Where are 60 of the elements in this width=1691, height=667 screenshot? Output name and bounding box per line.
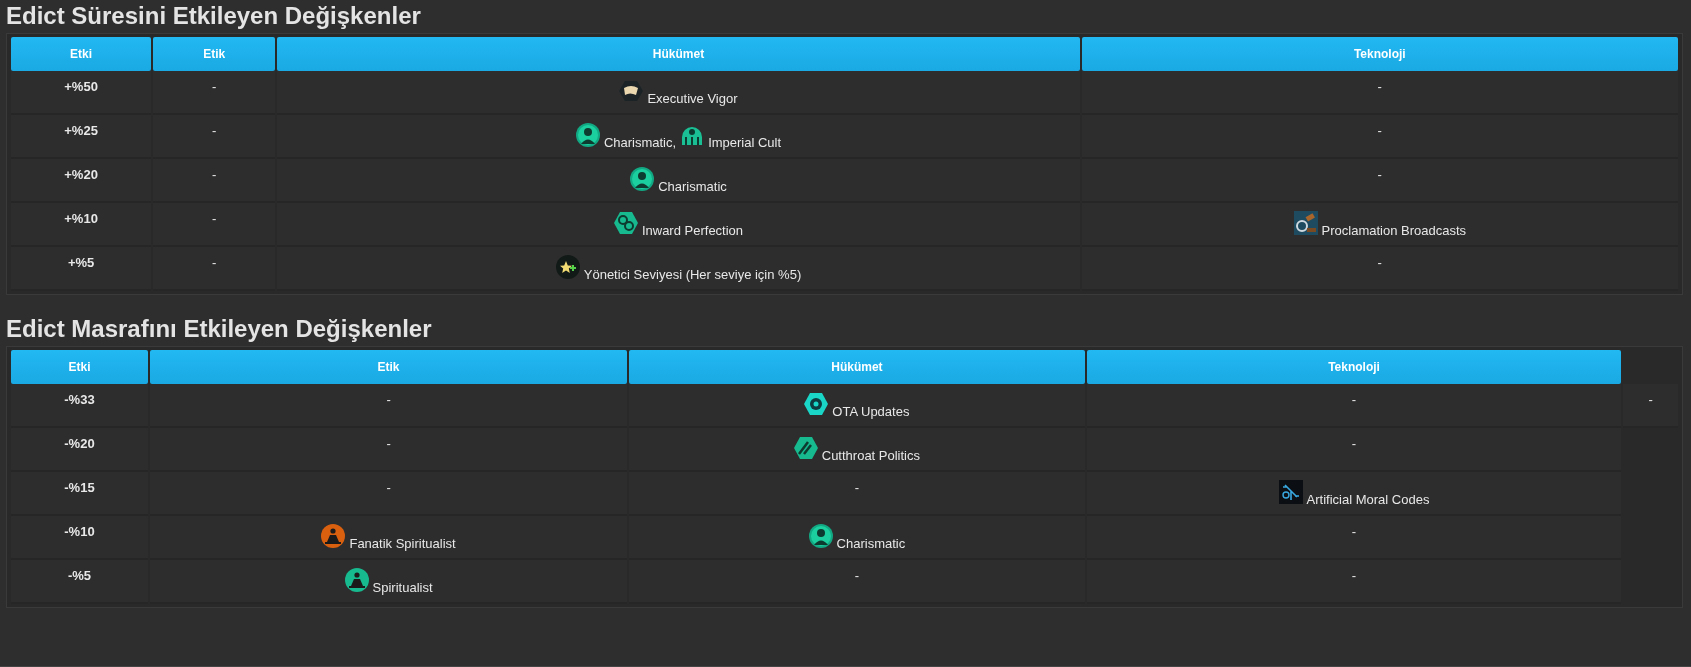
cell-text: - [1351, 568, 1357, 583]
cell-text: - [1377, 255, 1382, 270]
gavel-icon [1293, 211, 1318, 235]
cell-text: +%10 [64, 211, 98, 226]
section-title: Edict Masrafını Etkileyen Değişkenler [6, 314, 433, 344]
cell-text: - [212, 211, 217, 226]
cell-text: - [1351, 436, 1357, 451]
cell-text: -%33 [64, 392, 95, 407]
cell-text: -%5 [67, 568, 91, 583]
cell-text: - [212, 79, 217, 94]
cell-text: Cutthroat Politics [821, 448, 920, 463]
person-icon [575, 123, 600, 147]
cell-text: Charismatic [658, 179, 727, 194]
column-header: Etik [153, 37, 276, 71]
cell-text: - [1351, 524, 1357, 539]
cell-text: +%50 [64, 79, 98, 94]
column-header: Hükümet [629, 350, 1085, 384]
cell-text: -%20 [64, 436, 95, 451]
column-header: Etki [11, 37, 152, 71]
antenna-icon [804, 392, 829, 416]
cell-text: OTA Updates [832, 404, 910, 419]
cell-text: -%15 [64, 480, 95, 495]
cell-text: - [854, 480, 860, 495]
cell-text: - [386, 392, 391, 407]
cell-text: Imperial Cult [708, 135, 782, 150]
person-icon [630, 167, 655, 191]
cell-text: - [854, 568, 860, 583]
column-header: Teknoloji [1081, 37, 1678, 71]
scroll-icon [619, 79, 644, 103]
cell-text: Proclamation Broadcasts [1321, 223, 1467, 238]
cell-text: +%5 [67, 255, 95, 270]
cell-text: - [212, 123, 217, 138]
cell-text: - [212, 255, 217, 270]
cell-text: Inward Perfection [641, 223, 744, 238]
cell-text: -%10 [64, 524, 95, 539]
cell-text: - [386, 436, 391, 451]
column-header: Etki [11, 350, 148, 384]
cell-text: Charismatic, [603, 135, 677, 150]
cell-text: Yönetici Seviyesi (Her seviye için %5) [583, 267, 802, 282]
cell-text: - [212, 167, 217, 182]
cell-text: - [1377, 123, 1382, 138]
cell-text: - [1351, 392, 1357, 407]
cell-text: Executive Vigor [647, 91, 738, 106]
cell-text: Artificial Moral Codes [1306, 492, 1430, 507]
column-header: Hükümet [277, 37, 1080, 71]
column-header: Etik [149, 350, 628, 384]
knot-icon [613, 211, 638, 235]
cell-text: Charismatic [836, 536, 906, 551]
cell-text: - [386, 480, 391, 495]
cell-text: Fanatik Spiritualist [349, 536, 456, 551]
cell-text: +%25 [64, 123, 98, 138]
cell-text: Spiritualist [372, 580, 433, 595]
person-icon [808, 524, 833, 548]
cell-text: - [1648, 392, 1653, 407]
cell-text: +%20 [64, 167, 98, 182]
cell-text: - [1377, 79, 1382, 94]
column-header: Teknoloji [1086, 350, 1622, 384]
blade-icon [793, 436, 818, 460]
section-title: Edict Süresini Etkileyen Değişkenler [6, 1, 422, 31]
cell-text: - [1377, 167, 1382, 182]
